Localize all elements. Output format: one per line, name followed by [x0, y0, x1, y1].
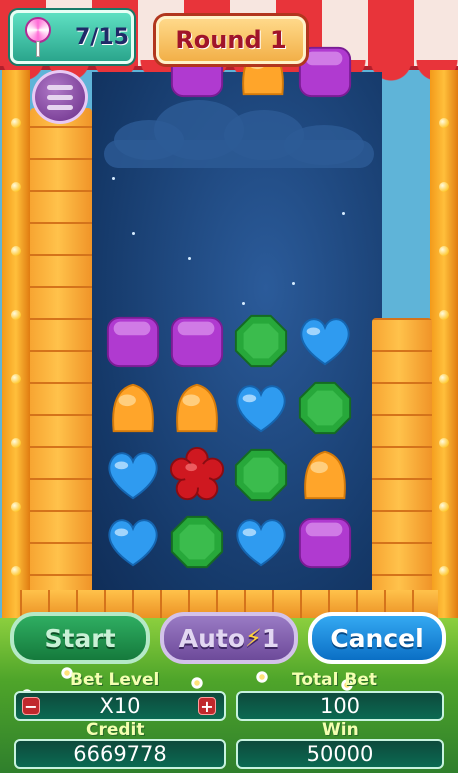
- red-flower-candy[interactable]: [168, 446, 226, 504]
- cancel-label: Cancel: [330, 623, 424, 653]
- credit-field: 6669778: [14, 739, 226, 769]
- plus-icon: +: [200, 696, 214, 716]
- win-label: Win: [322, 720, 359, 740]
- purple-square-candy[interactable]: [296, 513, 354, 571]
- orange-gumdrop-candy[interactable]: [168, 379, 226, 437]
- candy-counter: 7/15: [10, 10, 134, 64]
- total-bet-label: Total Bet: [292, 670, 377, 690]
- round-badge: Round 1: [156, 16, 306, 64]
- auto-button[interactable]: Auto ⚡ 1: [160, 612, 298, 664]
- green-octagon-candy[interactable]: [168, 513, 226, 571]
- bet-increase-button[interactable]: +: [198, 696, 216, 716]
- win-value: 50000: [306, 742, 374, 766]
- bet-level-field: X10: [14, 691, 226, 721]
- blue-heart-candy[interactable]: [104, 513, 162, 571]
- orange-gumdrop-candy[interactable]: [104, 379, 162, 437]
- left-pole: [2, 70, 30, 630]
- menu-button[interactable]: [32, 70, 88, 124]
- blue-heart-candy[interactable]: [232, 379, 290, 437]
- start-button[interactable]: Start: [10, 612, 150, 664]
- green-octagon-candy[interactable]: [232, 312, 290, 370]
- right-brick-wall: [372, 318, 432, 608]
- game-screen: 7/15 Round 1 Start Auto ⚡ 1 Cancel Bet L…: [0, 0, 458, 773]
- lightning-bolt-icon: ⚡: [245, 624, 262, 652]
- blue-heart-candy[interactable]: [296, 312, 354, 370]
- right-pole: [430, 70, 458, 630]
- start-label: Start: [44, 623, 116, 653]
- progress-text: 7/15: [75, 24, 129, 50]
- purple-square-candy[interactable]: [168, 312, 226, 370]
- cancel-button[interactable]: Cancel: [308, 612, 446, 664]
- green-octagon-candy[interactable]: [232, 446, 290, 504]
- left-brick-wall: [30, 108, 92, 608]
- win-field: 50000: [236, 739, 444, 769]
- credit-value: 6669778: [73, 742, 167, 766]
- bet-decrease-button[interactable]: −: [22, 696, 40, 716]
- hamburger-menu-icon: [47, 84, 73, 90]
- blue-heart-candy[interactable]: [232, 513, 290, 571]
- credit-label: Credit: [86, 720, 145, 740]
- purple-square-candy[interactable]: [104, 312, 162, 370]
- cloud-decoration: [104, 100, 374, 170]
- total-bet-value: 100: [319, 694, 361, 718]
- auto-label: Auto: [178, 623, 245, 653]
- round-label: Round 1: [175, 26, 287, 54]
- total-bet-field: 100: [236, 691, 444, 721]
- bet-level-label: Bet Level: [70, 670, 160, 690]
- blue-heart-candy[interactable]: [104, 446, 162, 504]
- bet-level-value: X10: [99, 694, 141, 718]
- green-octagon-candy[interactable]: [296, 379, 354, 437]
- auto-count: 1: [261, 623, 280, 653]
- orange-gumdrop-candy[interactable]: [296, 446, 354, 504]
- lollipop-icon: [23, 17, 53, 57]
- minus-icon: −: [24, 696, 38, 716]
